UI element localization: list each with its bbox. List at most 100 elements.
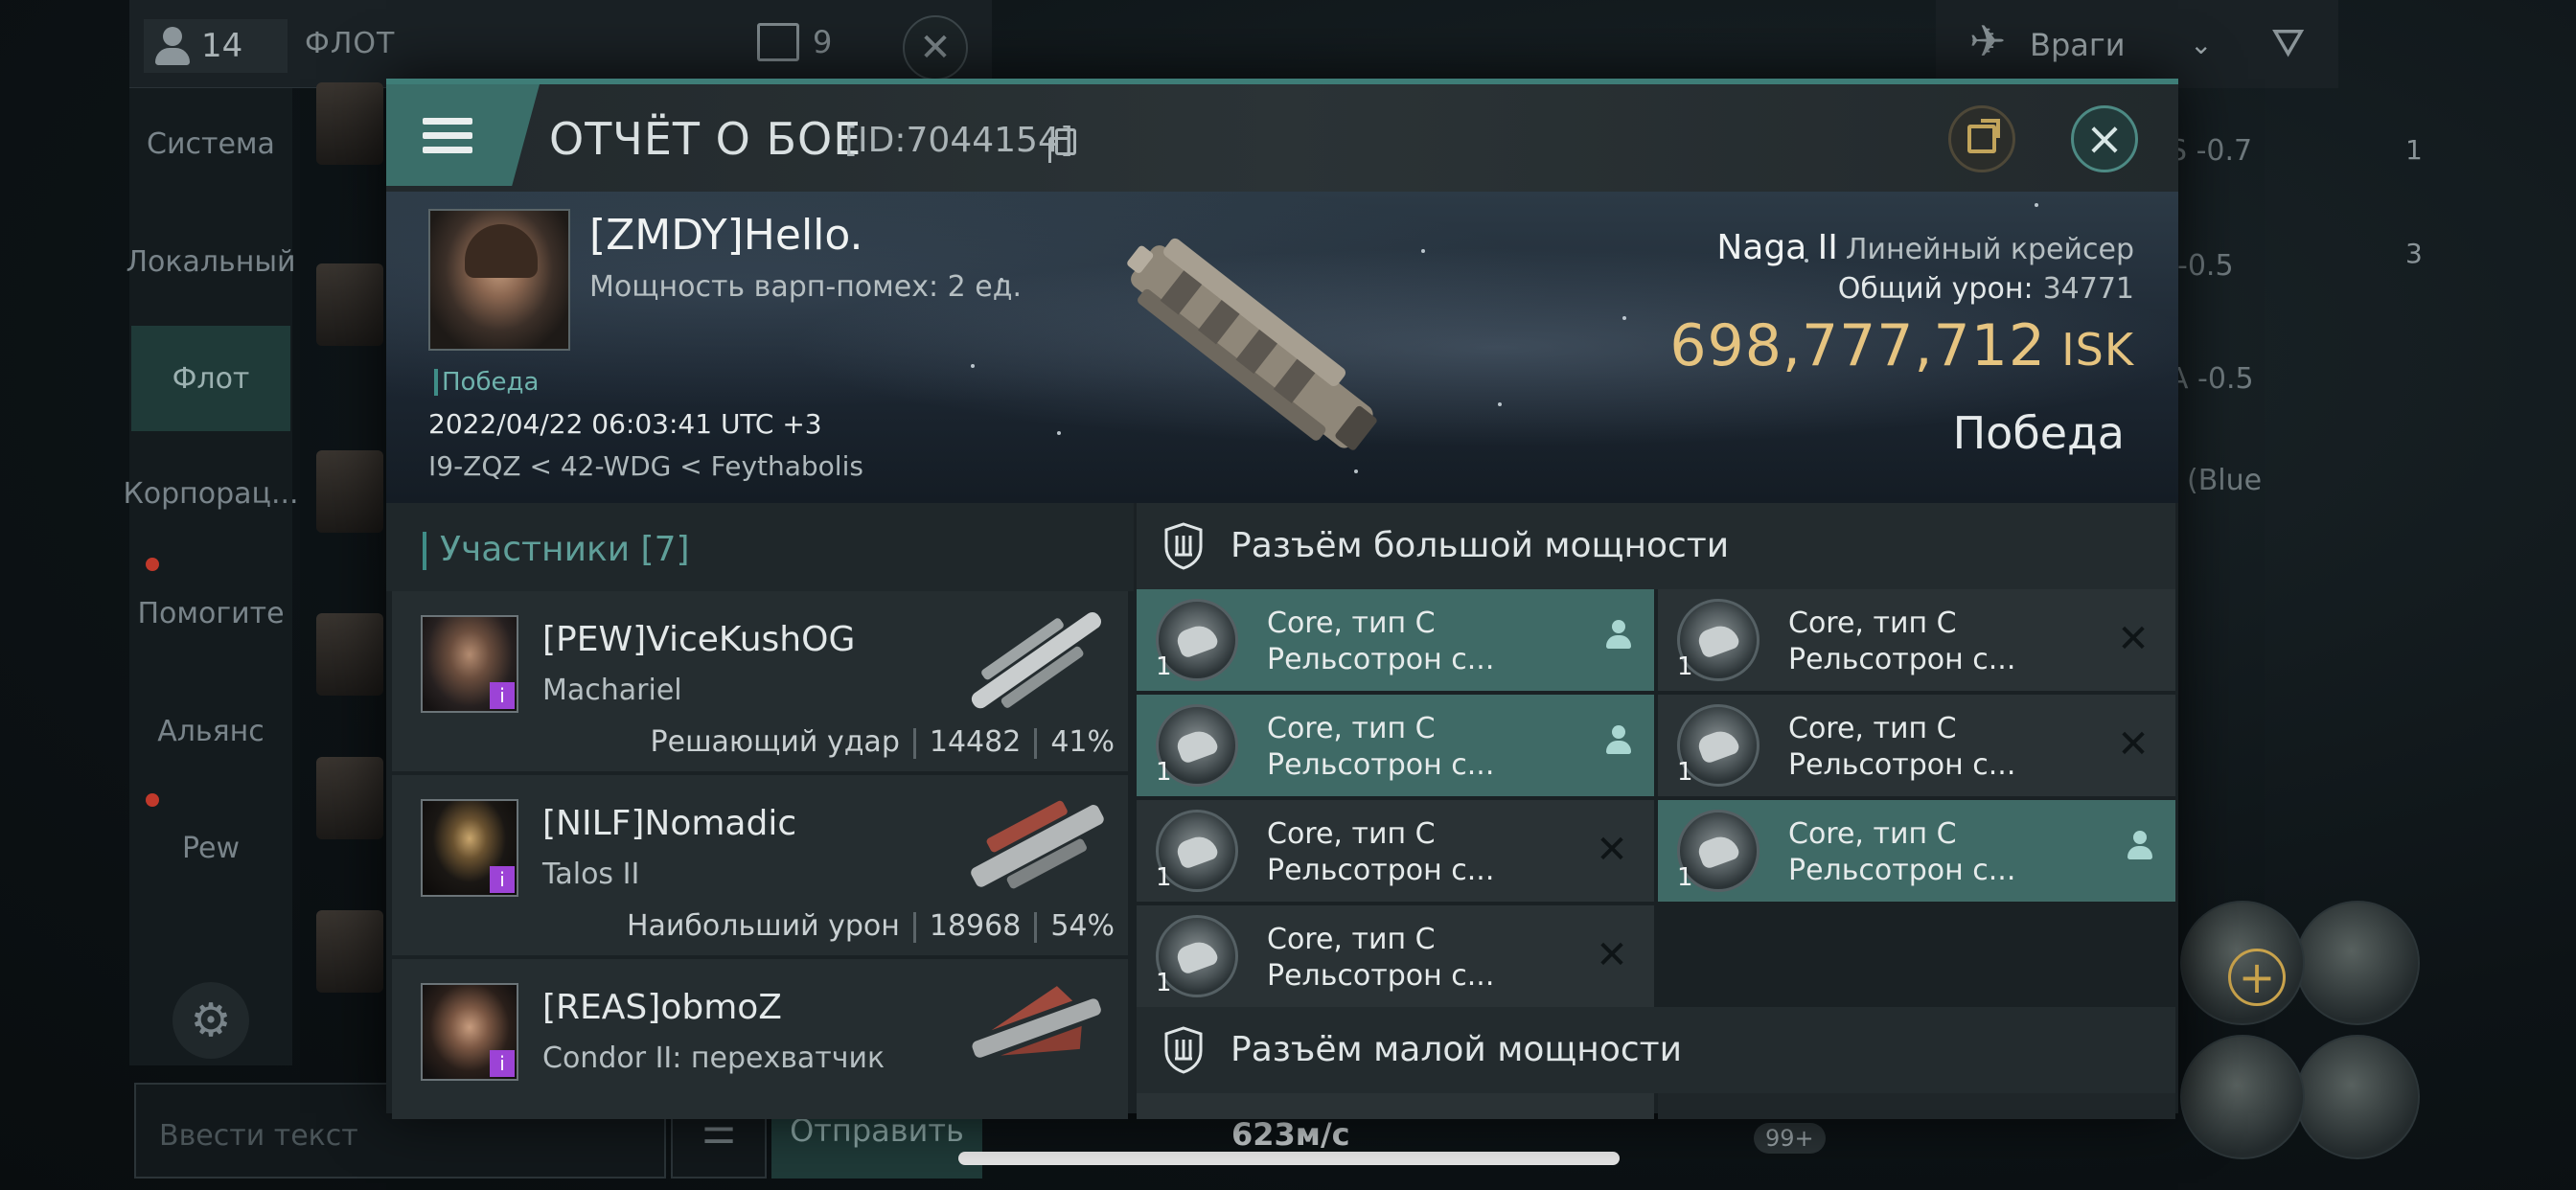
- module-button[interactable]: [2180, 1035, 2305, 1159]
- channel-system[interactable]: Система: [131, 91, 290, 196]
- isk-loss: 698,777,712 ISK: [1669, 312, 2134, 379]
- participant-stats: Наибольший урон 18968 54%: [627, 909, 1115, 943]
- user-icon: [1606, 725, 1631, 758]
- participant-damage: 14482: [929, 725, 1022, 759]
- overview-filter-label[interactable]: Враги: [2030, 27, 2125, 63]
- channel-label: Альянс: [157, 714, 264, 748]
- channel-local[interactable]: Локальный: [126, 209, 295, 314]
- gear-icon[interactable]: ⚙: [172, 982, 249, 1059]
- high-slot-module[interactable]: 1 Core, тип C Рельсотрон с...: [1137, 589, 1654, 691]
- filter-icon[interactable]: ⛛: [2271, 19, 2305, 67]
- member-count[interactable]: 14: [144, 19, 288, 73]
- report-summary: [ZMDY]Hello. Мощность варп-помех: 2 ед. …: [386, 192, 2178, 503]
- module-name: Рельсотрон с...: [1788, 854, 2016, 887]
- close-icon: ✕: [919, 26, 952, 70]
- high-slot-module[interactable]: 1 Core, тип C Рельсотрон с...: [1137, 695, 1654, 796]
- participant-row[interactable]: i [PEW]ViceKushOG Machariel Решающий уда…: [392, 591, 1128, 773]
- channel-label: Флот: [172, 361, 250, 396]
- destroyed-x-icon: ✕: [2117, 722, 2150, 767]
- participant-ship: Condor II: перехватчик: [542, 1041, 886, 1075]
- warp-disruption-strength: Мощность варп-помех: 2 ед.: [589, 270, 1023, 304]
- module-name: Рельсотрон с...: [1267, 748, 1495, 782]
- isk-unit: ISK: [2061, 324, 2134, 376]
- high-slot-module[interactable]: 1 Core, тип C Рельсотрон с... ✕: [1137, 800, 1654, 902]
- chat-close-button[interactable]: ✕: [903, 15, 968, 80]
- channel-corporation[interactable]: Корпорац...: [123, 441, 298, 546]
- participant-percent: 54%: [1050, 909, 1115, 943]
- overview-text: (Blue: [2187, 464, 2263, 497]
- screen-icon: [757, 23, 799, 61]
- chat-avatar: [316, 82, 383, 165]
- user-icon: [1606, 620, 1631, 652]
- members-icon: [155, 27, 190, 65]
- participant-ship-render: [971, 800, 1104, 889]
- module-button[interactable]: [2295, 901, 2420, 1025]
- channel-alliance[interactable]: Альянс: [131, 678, 290, 784]
- high-slot-module[interactable]: 1 Core, тип C Рельсотрон с... ✕: [1658, 589, 2175, 691]
- participant-ship-render: [972, 986, 1101, 1058]
- outcome-tag: Победа: [442, 368, 540, 397]
- overview-count: 3: [2405, 238, 2423, 269]
- ship-name: Naga II: [1716, 228, 1838, 267]
- channel-help[interactable]: Помогите: [131, 561, 290, 666]
- member-count-value: 14: [201, 27, 243, 65]
- shield-icon: [1164, 522, 1203, 570]
- participant-row[interactable]: i [REAS]obmoZ Condor II: перехватчик: [392, 959, 1128, 1119]
- avatar[interactable]: i: [421, 799, 518, 897]
- notification-badge: 99+: [1754, 1123, 1826, 1154]
- module-qty: 1: [1156, 758, 1172, 787]
- channel-fleet[interactable]: Флот: [131, 326, 290, 431]
- module-type: Core, тип C: [1788, 606, 1957, 640]
- ship-render: [1127, 238, 1377, 450]
- chat-avatar: [316, 910, 383, 993]
- participant-row[interactable]: i [NILF]Nomadic Talos II Наибольший урон…: [392, 775, 1128, 957]
- user-icon: [2128, 831, 2152, 863]
- destroyed-x-icon: ✕: [1596, 828, 1628, 872]
- avatar[interactable]: i: [421, 615, 518, 713]
- shield-icon: [1164, 1026, 1203, 1074]
- info-icon[interactable]: i: [490, 866, 515, 893]
- participant-percent: 41%: [1050, 725, 1115, 759]
- chevron-down-icon[interactable]: ⌄: [2190, 29, 2212, 60]
- high-slot-module[interactable]: 1 Core, тип C Рельсотрон с... ✕: [1137, 905, 1654, 1007]
- module-button[interactable]: [2295, 1035, 2420, 1159]
- share-button[interactable]: [1948, 105, 2015, 172]
- module-name: Рельсотрон с...: [1788, 748, 2016, 782]
- add-module-icon[interactable]: +: [2228, 949, 2286, 1006]
- low-slot-module[interactable]: [1658, 1093, 2175, 1119]
- participant-name: [REAS]obmoZ: [542, 988, 782, 1027]
- unread-dot: [146, 793, 159, 807]
- chat-avatar: [316, 757, 383, 839]
- overview-count: 1: [2405, 134, 2423, 166]
- chat-avatar: [316, 263, 383, 346]
- close-button[interactable]: ×: [2071, 105, 2138, 172]
- avatar[interactable]: i: [421, 983, 518, 1081]
- info-icon[interactable]: i: [490, 682, 515, 709]
- channel-label: Корпорац...: [123, 476, 299, 511]
- destroyed-x-icon: ✕: [2117, 617, 2150, 661]
- home-indicator[interactable]: [958, 1152, 1620, 1165]
- participant-name: [PEW]ViceKushOG: [542, 620, 856, 659]
- high-slot-module[interactable]: 1 Core, тип C Рельсотрон с... ✕: [1658, 695, 2175, 796]
- channel-pew[interactable]: Pew: [131, 795, 290, 901]
- victim-portrait[interactable]: [428, 209, 570, 351]
- chat-avatar: [316, 613, 383, 696]
- total-damage-value: 34771: [2042, 272, 2134, 306]
- battle-result: Победа: [1952, 407, 2125, 459]
- high-slots-header: Разъём большой мощности: [1137, 503, 2175, 589]
- high-slot-module[interactable]: 1 Core, тип C Рельсотрон с...: [1658, 800, 2175, 902]
- info-icon[interactable]: i: [490, 1050, 515, 1077]
- hamburger-menu-button[interactable]: [386, 84, 540, 186]
- screens-counter[interactable]: 9: [757, 23, 832, 61]
- isk-value: 698,777,712: [1669, 312, 2047, 379]
- channel-label: Система: [147, 126, 275, 161]
- destroyed-x-icon: ✕: [1596, 933, 1628, 977]
- participants-header: Участники [7]: [386, 503, 1134, 591]
- module-qty: 1: [1677, 758, 1693, 787]
- low-slot-module[interactable]: [1137, 1093, 1654, 1119]
- participant-role: Решающий удар: [650, 725, 900, 759]
- unread-dot: [146, 558, 159, 571]
- module-type: Core, тип C: [1788, 712, 1957, 745]
- module-type: Core, тип C: [1267, 923, 1436, 956]
- copy-icon[interactable]: [1048, 128, 1076, 163]
